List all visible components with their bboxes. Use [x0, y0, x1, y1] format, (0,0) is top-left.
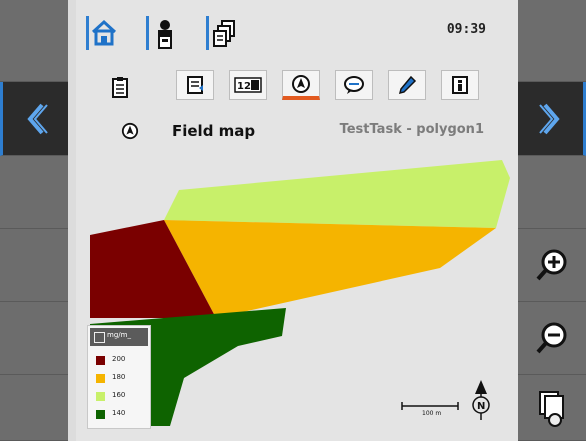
clock: 09:39	[446, 22, 486, 37]
next-button[interactable]	[518, 82, 586, 156]
legend-header: mg/m_	[90, 328, 148, 346]
tab-comments[interactable]	[335, 70, 373, 100]
svg-text:N: N	[477, 401, 485, 412]
page-switch-button[interactable]	[518, 375, 586, 441]
documents-icon	[213, 20, 235, 47]
tab-edit[interactable]	[388, 70, 426, 100]
zone-160	[164, 160, 510, 228]
chevron-right-icon	[538, 103, 560, 134]
speech-bubble-icon	[344, 76, 364, 94]
previous-button[interactable]	[0, 82, 68, 156]
page-header: Field map TestTask - polygon1	[76, 118, 518, 146]
main-panel: 09:39 12 Field map TestTask - polygon1 1…	[76, 0, 518, 441]
left-sidebar	[0, 0, 68, 441]
info-icon	[452, 76, 468, 94]
home-icon	[91, 19, 117, 46]
clipboard-icon	[112, 77, 128, 98]
left-slot-3	[0, 156, 68, 229]
zone-180	[164, 220, 496, 318]
tab-field-map[interactable]	[282, 70, 320, 100]
zoom-out-icon	[536, 322, 567, 354]
counter-123-icon: 12	[234, 77, 262, 93]
legend-swatch	[96, 374, 105, 383]
page-title: Field map	[172, 122, 256, 140]
scale-label: 100 m	[422, 410, 441, 417]
tab-bar: 12	[76, 70, 518, 106]
top-toolbar: 09:39	[76, 0, 518, 80]
chevron-left-icon	[26, 103, 48, 134]
pen-icon	[398, 75, 417, 95]
zoom-out-button[interactable]	[518, 302, 586, 375]
task-name: TestTask - polygon1	[339, 122, 484, 137]
user-device-icon	[158, 20, 172, 49]
legend-swatch	[96, 392, 105, 401]
documents-button[interactable]	[206, 16, 240, 50]
north-arrow-icon: N	[472, 380, 490, 420]
left-slot-1	[0, 0, 68, 82]
left-slot-5	[0, 302, 68, 375]
right-slot-3	[518, 156, 586, 229]
tab-counters[interactable]: 12	[229, 70, 267, 100]
home-button[interactable]	[86, 16, 120, 50]
legend-swatch	[96, 410, 105, 419]
legend-unit: mg/m_	[107, 331, 131, 339]
page-switch-icon	[539, 390, 564, 427]
user-device-button[interactable]	[146, 16, 180, 50]
zoom-in-button[interactable]	[518, 229, 586, 302]
tab-document[interactable]	[176, 70, 214, 100]
document-tab-icon	[187, 76, 203, 94]
svg-text:12: 12	[237, 81, 251, 92]
zoom-in-icon	[536, 249, 567, 281]
right-sidebar	[518, 0, 586, 441]
legend-swatch	[96, 356, 105, 365]
left-slot-6	[0, 375, 68, 441]
tab-info[interactable]	[441, 70, 479, 100]
map-legend: mg/m_ 200 180 160 140	[87, 325, 151, 429]
left-slot-4	[0, 229, 68, 302]
field-map-icon	[292, 74, 310, 93]
right-slot-1	[518, 0, 586, 82]
field-map-icon	[121, 122, 139, 140]
